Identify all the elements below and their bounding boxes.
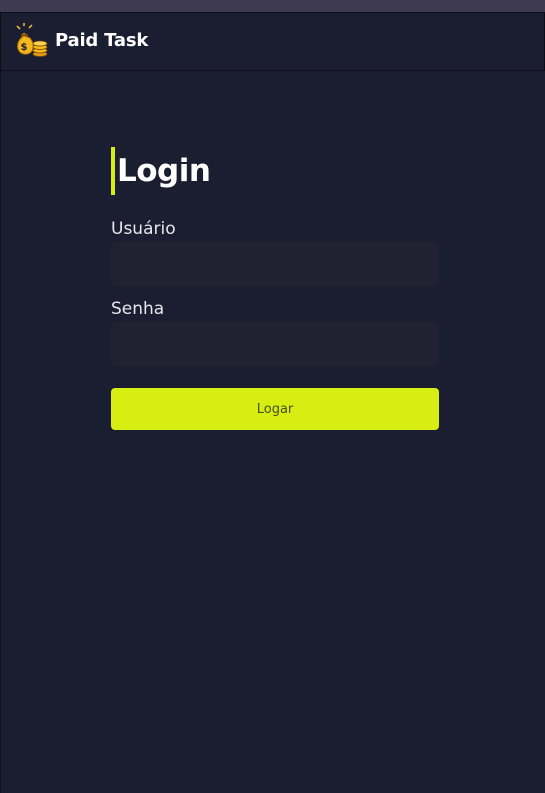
navbar: $ Paid Task bbox=[0, 12, 545, 71]
password-label: Senha bbox=[111, 299, 165, 319]
money-bag-icon[interactable]: $ bbox=[14, 22, 50, 58]
login-heading: Login bbox=[111, 147, 211, 195]
heading-accent-bar bbox=[111, 147, 115, 195]
svg-text:$: $ bbox=[21, 42, 28, 53]
brand-name[interactable]: Paid Task bbox=[55, 30, 148, 52]
username-field[interactable] bbox=[111, 242, 439, 286]
page-edge bbox=[0, 70, 1, 793]
login-button[interactable]: Logar bbox=[111, 388, 439, 430]
username-label: Usuário bbox=[111, 219, 176, 239]
browser-top-strip bbox=[0, 0, 545, 12]
password-field[interactable] bbox=[111, 322, 439, 366]
page-title: Login bbox=[117, 153, 211, 189]
